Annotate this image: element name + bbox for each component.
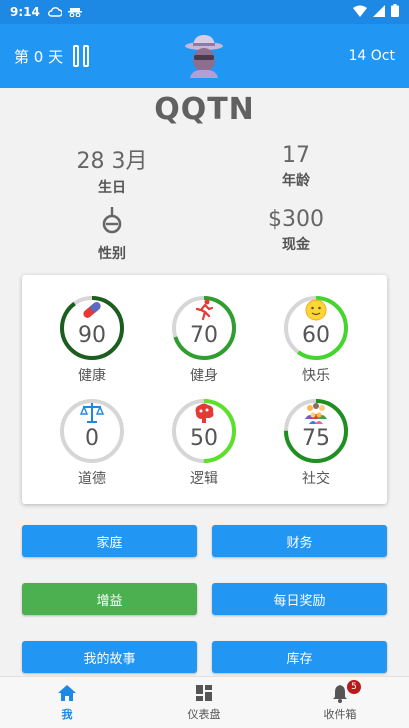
smiley-icon: [305, 299, 327, 321]
wifi-icon: [353, 5, 367, 20]
status-time: 9:14: [10, 5, 40, 19]
stat-morality[interactable]: 0 道德: [37, 398, 147, 488]
social-label: 社交: [302, 471, 330, 487]
health-label: 健康: [78, 368, 106, 384]
incognito-icon: [67, 7, 82, 17]
stat-logic[interactable]: 50 逻辑: [149, 398, 259, 488]
morality-value: 0: [85, 426, 99, 451]
social-value: 75: [302, 426, 330, 451]
pause-icon[interactable]: [73, 45, 90, 67]
cash-stat: $300 现金: [216, 207, 376, 254]
people-icon: [305, 403, 327, 424]
stat-health[interactable]: 90 健康: [37, 295, 147, 385]
stats-card: 90 健康 70 健身 60 快乐 0 道德 50 逻辑 75 社交: [22, 275, 387, 504]
happiness-value: 60: [302, 323, 330, 348]
status-bar: 9:14: [0, 0, 409, 24]
health-value: 90: [78, 323, 106, 348]
character-name: QQTN: [154, 92, 255, 127]
daily-reward-button[interactable]: 每日奖励: [212, 583, 387, 615]
age-value: 17: [282, 143, 310, 168]
avatar-icon[interactable]: [184, 34, 224, 78]
inventory-button[interactable]: 库存: [212, 641, 387, 673]
pill-icon: [83, 302, 101, 318]
happiness-label: 快乐: [302, 368, 330, 384]
nav-dashboard[interactable]: 仪表盘: [149, 683, 259, 722]
brain-icon: [195, 403, 214, 423]
age-label: 年龄: [282, 173, 310, 189]
stat-social[interactable]: 75 社交: [261, 398, 371, 488]
fitness-value: 70: [190, 323, 218, 348]
boost-button[interactable]: 增益: [22, 583, 197, 615]
signal-icon: [373, 4, 385, 20]
finance-button[interactable]: 财务: [212, 525, 387, 557]
cloud-icon: [47, 7, 62, 17]
fitness-label: 健身: [190, 368, 218, 384]
day-counter: 第 0 天: [14, 47, 64, 66]
nav-me[interactable]: 我: [12, 683, 122, 722]
birthday-label: 生日: [98, 180, 126, 196]
scales-icon: [80, 403, 104, 423]
current-date: 14 Oct: [348, 48, 395, 64]
bottom-navigation: 我 仪表盘 5 收件箱: [0, 676, 409, 728]
gender-stat: 性别: [32, 207, 192, 263]
gender-label: 性别: [98, 246, 126, 262]
inbox-badge: 5: [347, 680, 361, 694]
birthday-value: 28 3月: [76, 149, 148, 174]
cash-value: $300: [268, 207, 324, 232]
home-icon: [58, 685, 76, 701]
morality-label: 道德: [78, 471, 106, 487]
dashboard-icon: [196, 685, 212, 701]
logic-label: 逻辑: [190, 471, 218, 487]
cash-label: 现金: [282, 237, 310, 253]
app-bar: 第 0 天 14 Oct: [0, 24, 409, 88]
family-button[interactable]: 家庭: [22, 525, 197, 557]
nav-inbox-label: 收件箱: [323, 708, 357, 721]
battery-icon: [391, 4, 399, 20]
runner-icon: [195, 299, 214, 321]
birthday-stat: 28 3月 生日: [32, 143, 192, 197]
nav-me-label: 我: [61, 708, 73, 721]
nav-inbox[interactable]: 5 收件箱: [285, 680, 395, 722]
stat-fitness[interactable]: 70 健身: [149, 295, 259, 385]
logic-value: 50: [190, 426, 218, 451]
stat-happiness[interactable]: 60 快乐: [261, 295, 371, 385]
my-story-button[interactable]: 我的故事: [22, 641, 197, 673]
nav-dashboard-label: 仪表盘: [187, 708, 221, 721]
gender-neutral-icon: [102, 207, 122, 234]
age-stat: 17 年龄: [216, 143, 376, 190]
